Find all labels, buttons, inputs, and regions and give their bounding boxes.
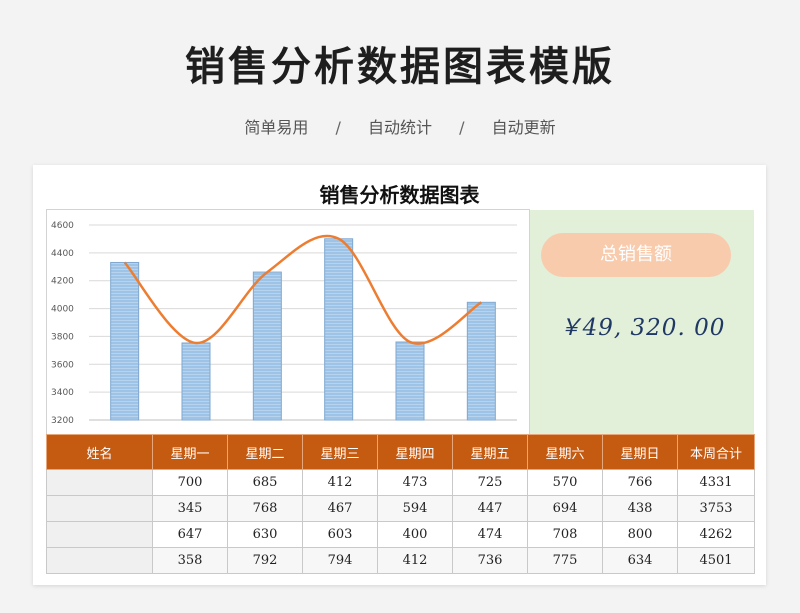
tag-auto-update: 自动更新 bbox=[491, 118, 556, 137]
table-cell[interactable]: 800 bbox=[602, 521, 678, 548]
col-header-mon: 星期一 bbox=[152, 434, 228, 470]
bar bbox=[252, 271, 282, 421]
table-cell[interactable]: 694 bbox=[527, 495, 603, 522]
table-cell[interactable]: 766 bbox=[602, 469, 678, 496]
table-cell-total[interactable]: 4262 bbox=[677, 521, 755, 548]
table-cell[interactable]: 473 bbox=[377, 469, 453, 496]
col-header-tue: 星期二 bbox=[227, 434, 303, 470]
table-cell[interactable]: 700 bbox=[152, 469, 228, 496]
col-header-total: 本周合计 bbox=[677, 434, 755, 470]
sales-table: 姓名 星期一 星期二 星期三 星期四 星期五 星期六 星期日 本周合计 700 … bbox=[46, 434, 755, 574]
table-cell[interactable]: 792 bbox=[227, 547, 303, 574]
col-header-thu: 星期四 bbox=[377, 434, 453, 470]
tag-easy: 简单易用 bbox=[244, 118, 309, 137]
table-cell[interactable]: 345 bbox=[152, 495, 228, 522]
table-row: 647 630 603 400 474 708 800 4262 bbox=[46, 521, 755, 548]
card-title: 销售分析数据图表 bbox=[319, 183, 480, 207]
table-row: 700 685 412 473 725 570 766 4331 bbox=[46, 469, 755, 496]
y-tick-label: 3400 bbox=[51, 388, 74, 398]
cell-name[interactable] bbox=[46, 521, 153, 548]
table-cell[interactable]: 570 bbox=[527, 469, 603, 496]
table-cell[interactable]: 685 bbox=[227, 469, 303, 496]
table-cell[interactable]: 768 bbox=[227, 495, 303, 522]
table-cell[interactable]: 467 bbox=[302, 495, 378, 522]
feature-tags: 简单易用 / 自动统计 / 自动更新 bbox=[0, 114, 800, 138]
total-sales-panel: 总销售额 ￥49, 320. 00 bbox=[530, 210, 754, 435]
y-tick-label: 3200 bbox=[51, 416, 74, 426]
page-title: 销售分析数据图表模版 bbox=[185, 44, 615, 90]
table-cell[interactable]: 775 bbox=[527, 547, 603, 574]
table-cell[interactable]: 358 bbox=[152, 547, 228, 574]
cell-name[interactable] bbox=[46, 495, 153, 522]
bar bbox=[324, 238, 354, 421]
table-row: 358 792 794 412 736 775 634 4501 bbox=[46, 547, 755, 574]
col-header-sat: 星期六 bbox=[527, 434, 603, 470]
y-tick-label: 3600 bbox=[51, 360, 74, 370]
col-header-wed: 星期三 bbox=[302, 434, 378, 470]
total-sales-value: ￥49, 320. 00 bbox=[558, 315, 726, 341]
report-card: 销售分析数据图表 3200 3400 3600 3800 4000 4200 4400 460… bbox=[33, 165, 766, 585]
table-cell-total[interactable]: 4501 bbox=[677, 547, 755, 574]
y-tick-label: 4200 bbox=[51, 277, 74, 287]
bar bbox=[395, 341, 425, 421]
bar bbox=[466, 301, 496, 421]
col-header-fri: 星期五 bbox=[452, 434, 528, 470]
trend-line bbox=[123, 234, 483, 345]
tag-separator: / bbox=[459, 118, 465, 137]
tag-separator: / bbox=[335, 118, 341, 137]
table-cell[interactable]: 447 bbox=[452, 495, 528, 522]
table-cell[interactable]: 412 bbox=[377, 547, 453, 574]
y-tick-label: 3800 bbox=[51, 332, 74, 342]
table-cell[interactable]: 412 bbox=[302, 469, 378, 496]
table-cell[interactable]: 736 bbox=[452, 547, 528, 574]
table-row: 345 768 467 594 447 694 438 3753 bbox=[46, 495, 755, 522]
bar bbox=[181, 342, 211, 421]
bar bbox=[110, 261, 140, 421]
table-cell-total[interactable]: 3753 bbox=[677, 495, 755, 522]
col-header-sun: 星期日 bbox=[602, 434, 678, 470]
cell-name[interactable] bbox=[46, 547, 153, 574]
table-cell-total[interactable]: 4331 bbox=[677, 469, 755, 496]
table-cell[interactable]: 438 bbox=[602, 495, 678, 522]
table-cell[interactable]: 630 bbox=[227, 521, 303, 548]
col-header-name: 姓名 bbox=[46, 434, 153, 470]
table-cell[interactable]: 594 bbox=[377, 495, 453, 522]
y-tick-label: 4400 bbox=[51, 249, 74, 259]
table-cell[interactable]: 603 bbox=[302, 521, 378, 548]
table-cell[interactable]: 794 bbox=[302, 547, 378, 574]
table-cell[interactable]: 474 bbox=[452, 521, 528, 548]
sales-chart: 3200 3400 3600 3800 4000 4200 4400 4600 bbox=[46, 209, 530, 436]
table-cell[interactable]: 725 bbox=[452, 469, 528, 496]
y-tick-label: 4600 bbox=[51, 221, 74, 231]
tag-auto-stat: 自动统计 bbox=[367, 118, 432, 137]
table-cell[interactable]: 708 bbox=[527, 521, 603, 548]
table-cell[interactable]: 647 bbox=[152, 521, 228, 548]
table-cell[interactable]: 634 bbox=[602, 547, 678, 574]
cell-name[interactable] bbox=[46, 469, 153, 496]
table-cell[interactable]: 400 bbox=[377, 521, 453, 548]
table-header-row: 姓名 星期一 星期二 星期三 星期四 星期五 星期六 星期日 本周合计 bbox=[46, 434, 755, 470]
chart-svg: 3200 3400 3600 3800 4000 4200 4400 4600 bbox=[51, 221, 517, 426]
y-tick-label: 4000 bbox=[51, 305, 74, 315]
total-sales-label: 总销售额 bbox=[541, 233, 731, 277]
